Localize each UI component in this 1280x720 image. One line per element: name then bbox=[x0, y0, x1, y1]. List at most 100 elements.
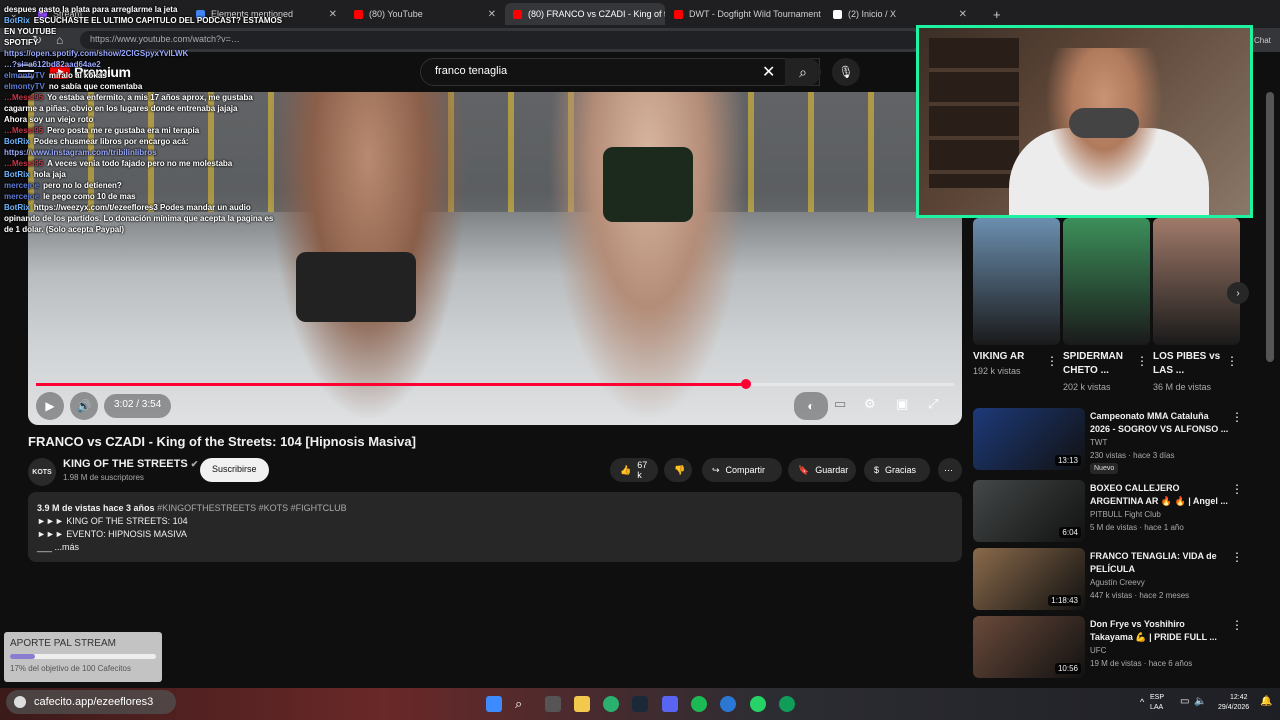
volume-icon[interactable]: 🔈 bbox=[1194, 696, 1206, 707]
related-title[interactable]: FRANCO TENAGLIA: VIDA de PELÍCULA bbox=[1090, 550, 1230, 576]
edge-icon[interactable] bbox=[779, 696, 795, 712]
new-tab-button[interactable]: + bbox=[985, 3, 1005, 25]
search-icon: ⌕ bbox=[799, 63, 807, 80]
whatsapp-icon[interactable] bbox=[750, 696, 766, 712]
short-title[interactable]: VIKING AR bbox=[973, 350, 1051, 364]
subscribe-button[interactable]: Suscribirse bbox=[200, 458, 269, 482]
chat-message: …?si=a612bd82aad64ae2 bbox=[4, 59, 284, 70]
related-channel[interactable]: Agustín Creevy bbox=[1090, 578, 1145, 587]
related-thumbnail[interactable]: 6:04 bbox=[973, 480, 1085, 542]
spotify-icon[interactable] bbox=[691, 696, 707, 712]
cafecito-icon bbox=[14, 696, 26, 708]
short-menu-icon[interactable]: ⋮ bbox=[1046, 354, 1058, 368]
short-thumbnail[interactable] bbox=[973, 218, 1060, 345]
dislike-button[interactable]: 👎 bbox=[664, 458, 692, 482]
steam-icon[interactable] bbox=[632, 696, 648, 712]
thanks-button[interactable]: $ Gracias bbox=[864, 458, 930, 482]
settings-gear-icon[interactable]: ⚙ bbox=[864, 396, 876, 412]
short-title[interactable]: LOS PIBES vs LAS ... bbox=[1153, 350, 1231, 378]
youtube-favicon-icon bbox=[354, 9, 363, 19]
close-icon[interactable]: ✕ bbox=[480, 9, 496, 20]
description-tags[interactable]: #KINGOFTHESTREETS #KOTS #FIGHTCLUB bbox=[157, 503, 347, 513]
autoplay-toggle[interactable]: ◐ bbox=[794, 392, 828, 420]
channel-avatar[interactable]: KOTS bbox=[28, 458, 56, 486]
clock-time[interactable]: 12:42 bbox=[1230, 694, 1248, 701]
tab-dwt[interactable]: DWT - Dogfight Wild Tournament✕ bbox=[666, 3, 824, 25]
fullscreen-icon[interactable]: ⤢ bbox=[928, 396, 938, 412]
related-thumbnail[interactable]: 1:18:43 bbox=[973, 548, 1085, 610]
chat-message: …Messi95 A veces venia todo fajado pero n… bbox=[4, 158, 284, 169]
network-icon[interactable]: ▭ bbox=[1180, 696, 1189, 707]
short-thumbnail[interactable] bbox=[1063, 218, 1150, 345]
close-icon[interactable]: ✕ bbox=[321, 9, 337, 20]
page-scrollbar[interactable] bbox=[1266, 92, 1274, 362]
miniplayer-icon[interactable]: ▣ bbox=[896, 396, 908, 412]
video-progress-knob[interactable] bbox=[740, 379, 751, 389]
related-duration: 10:56 bbox=[1054, 663, 1081, 674]
related-title[interactable]: BOXEO CALLEJERO ARGENTINA AR 🔥 🔥 | Angel… bbox=[1090, 482, 1230, 508]
file-explorer-icon[interactable] bbox=[574, 696, 590, 712]
shorts-next-button[interactable]: › bbox=[1227, 282, 1249, 304]
related-thumbnail[interactable]: 10:56 bbox=[973, 616, 1085, 678]
related-channel[interactable]: PITBULL Fight Club bbox=[1090, 510, 1161, 519]
chat-text: SPOTIFY bbox=[4, 38, 39, 47]
more-actions-button[interactable]: ⋯ bbox=[938, 458, 962, 482]
video-frame-shorts bbox=[603, 147, 693, 222]
like-button[interactable]: 👍 67 k bbox=[610, 458, 658, 482]
tab-label: (80) FRANCO vs CZADI - King of th bbox=[528, 9, 665, 19]
search-button[interactable]: ⌕ bbox=[785, 58, 821, 86]
tray-chevron-icon[interactable]: ^ bbox=[1140, 697, 1144, 707]
short-menu-icon[interactable]: ⋮ bbox=[1136, 354, 1148, 368]
video-progress-fill bbox=[36, 383, 746, 386]
discord-icon[interactable] bbox=[662, 696, 678, 712]
windows-start-icon[interactable] bbox=[486, 696, 502, 712]
tab-x[interactable]: (2) Inicio / X ✕ bbox=[825, 3, 975, 25]
verified-icon: ✔ bbox=[190, 459, 199, 469]
tab-label: (80) YouTube bbox=[369, 9, 423, 19]
tab-franco-czadi[interactable]: (80) FRANCO vs CZADI - King of th✕ bbox=[505, 3, 665, 25]
share-button[interactable]: ↪ Compartir bbox=[702, 458, 782, 482]
chat-text: https://www.instagram.com/tribilinlibros bbox=[4, 148, 157, 157]
video-description[interactable]: 3.9 M de vistas hace 3 años #KINGOFTHEST… bbox=[28, 492, 962, 562]
related-channel[interactable]: UFC bbox=[1090, 646, 1106, 655]
clock-date[interactable]: 29/4/2026 bbox=[1218, 704, 1249, 711]
related-menu-icon[interactable]: ⋮ bbox=[1231, 482, 1243, 496]
language-layout[interactable]: LAA bbox=[1150, 704, 1163, 711]
chat-text: le pego como 10 de mas bbox=[43, 192, 136, 201]
task-view-icon[interactable] bbox=[545, 696, 561, 712]
captions-icon[interactable]: ▭ bbox=[834, 396, 846, 412]
tab-youtube[interactable]: (80) YouTube ✕ bbox=[346, 3, 504, 25]
language-indicator[interactable]: ESP bbox=[1150, 694, 1164, 701]
bookmark-icon: 🔖 bbox=[798, 464, 810, 475]
close-icon[interactable]: ✕ bbox=[821, 9, 824, 20]
chat-label[interactable]: Chat bbox=[1254, 36, 1271, 45]
search-icon[interactable]: ⌕ bbox=[515, 696, 531, 712]
notification-icon[interactable]: 🔔 bbox=[1260, 696, 1272, 707]
app-icon[interactable] bbox=[720, 696, 736, 712]
related-menu-icon[interactable]: ⋮ bbox=[1231, 410, 1243, 424]
play-button[interactable]: ▶ bbox=[36, 392, 64, 420]
short-thumbnail[interactable] bbox=[1153, 218, 1240, 345]
related-menu-icon[interactable]: ⋮ bbox=[1231, 550, 1243, 564]
chat-username: BotRix bbox=[4, 170, 30, 179]
related-title[interactable]: Don Frye vs Yoshihiro Takayama 💪 | PRIDE… bbox=[1090, 618, 1230, 644]
close-icon[interactable]: ✕ bbox=[951, 9, 967, 20]
chat-message: elmontyTV no sabía que comentaba bbox=[4, 81, 284, 92]
short-menu-icon[interactable]: ⋮ bbox=[1226, 354, 1238, 368]
related-thumbnail[interactable]: 13:13 bbox=[973, 408, 1085, 470]
related-menu-icon[interactable]: ⋮ bbox=[1231, 618, 1243, 632]
voice-search-button[interactable]: 🎙 bbox=[832, 58, 860, 86]
chat-text: https://open.spotify.com/show/2ClGSpyxYv… bbox=[4, 49, 189, 58]
volume-button[interactable]: 🔊 bbox=[70, 392, 98, 420]
search-input[interactable]: franco tenaglia bbox=[420, 58, 820, 86]
save-button[interactable]: 🔖 Guardar bbox=[788, 458, 856, 482]
system-tray[interactable]: ^ ESP LAA ▭ 🔈 12:42 29/4/2026 🔔 bbox=[1140, 692, 1275, 716]
clear-search-icon[interactable]: ✕ bbox=[762, 62, 775, 82]
description-more[interactable]: ___ ...más bbox=[37, 541, 953, 554]
video-progress-bar[interactable] bbox=[36, 379, 954, 389]
channel-name[interactable]: KING OF THE STREETS ✔ bbox=[63, 458, 198, 470]
browser-icon[interactable] bbox=[603, 696, 619, 712]
related-channel[interactable]: TWT bbox=[1090, 438, 1107, 447]
related-title[interactable]: Campeonato MMA Cataluña 2026 - SOGROV VS… bbox=[1090, 410, 1230, 436]
short-title[interactable]: SPIDERMAN CHETO ... bbox=[1063, 350, 1141, 378]
